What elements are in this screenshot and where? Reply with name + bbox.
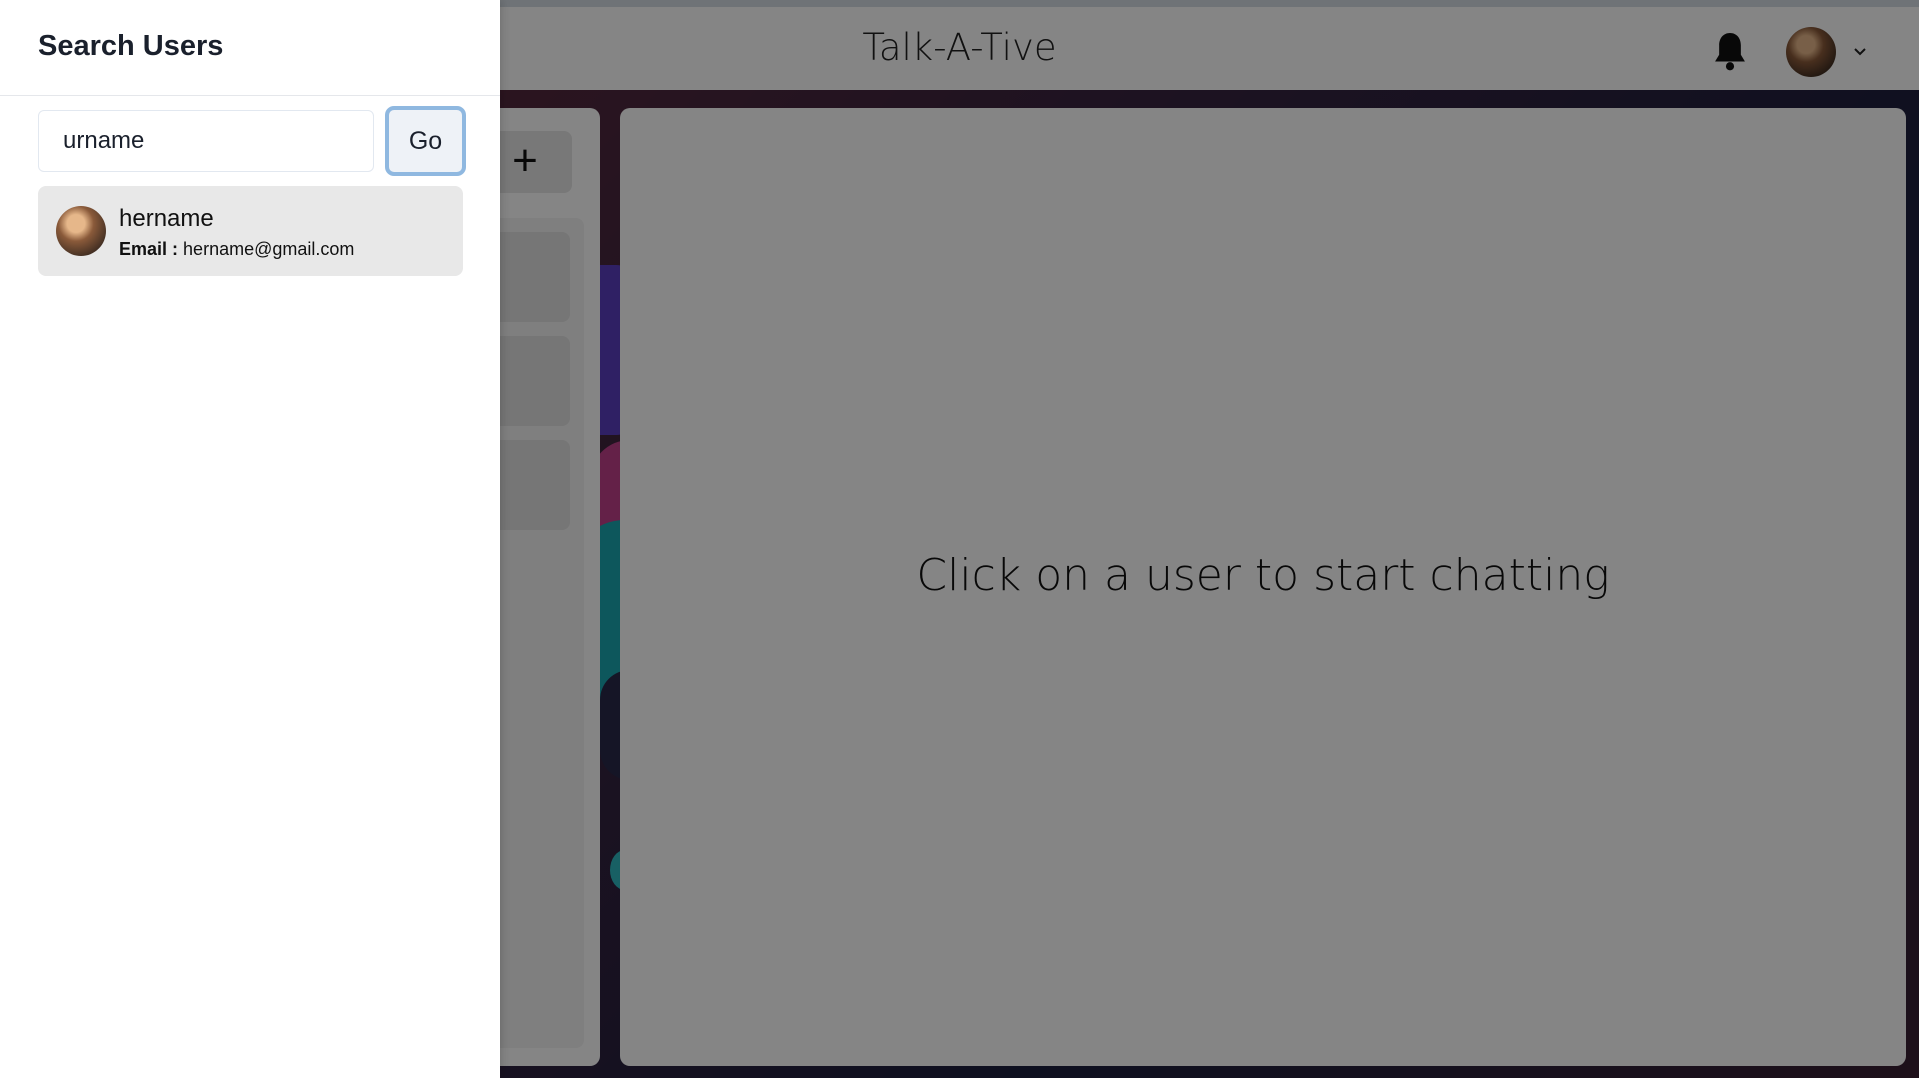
search-users-drawer: Search Users Go hername Email : hername@… xyxy=(0,0,500,1078)
user-avatar xyxy=(56,206,106,256)
user-result-item[interactable]: hername Email : hername@gmail.com xyxy=(38,186,463,276)
user-email: Email : hername@gmail.com xyxy=(119,239,354,260)
drawer-title: Search Users xyxy=(0,0,500,96)
search-input[interactable] xyxy=(38,110,374,172)
go-button[interactable]: Go xyxy=(385,106,466,176)
user-name: hername xyxy=(119,205,214,232)
email-label: Email : xyxy=(119,239,179,259)
email-value: hername@gmail.com xyxy=(183,239,355,259)
